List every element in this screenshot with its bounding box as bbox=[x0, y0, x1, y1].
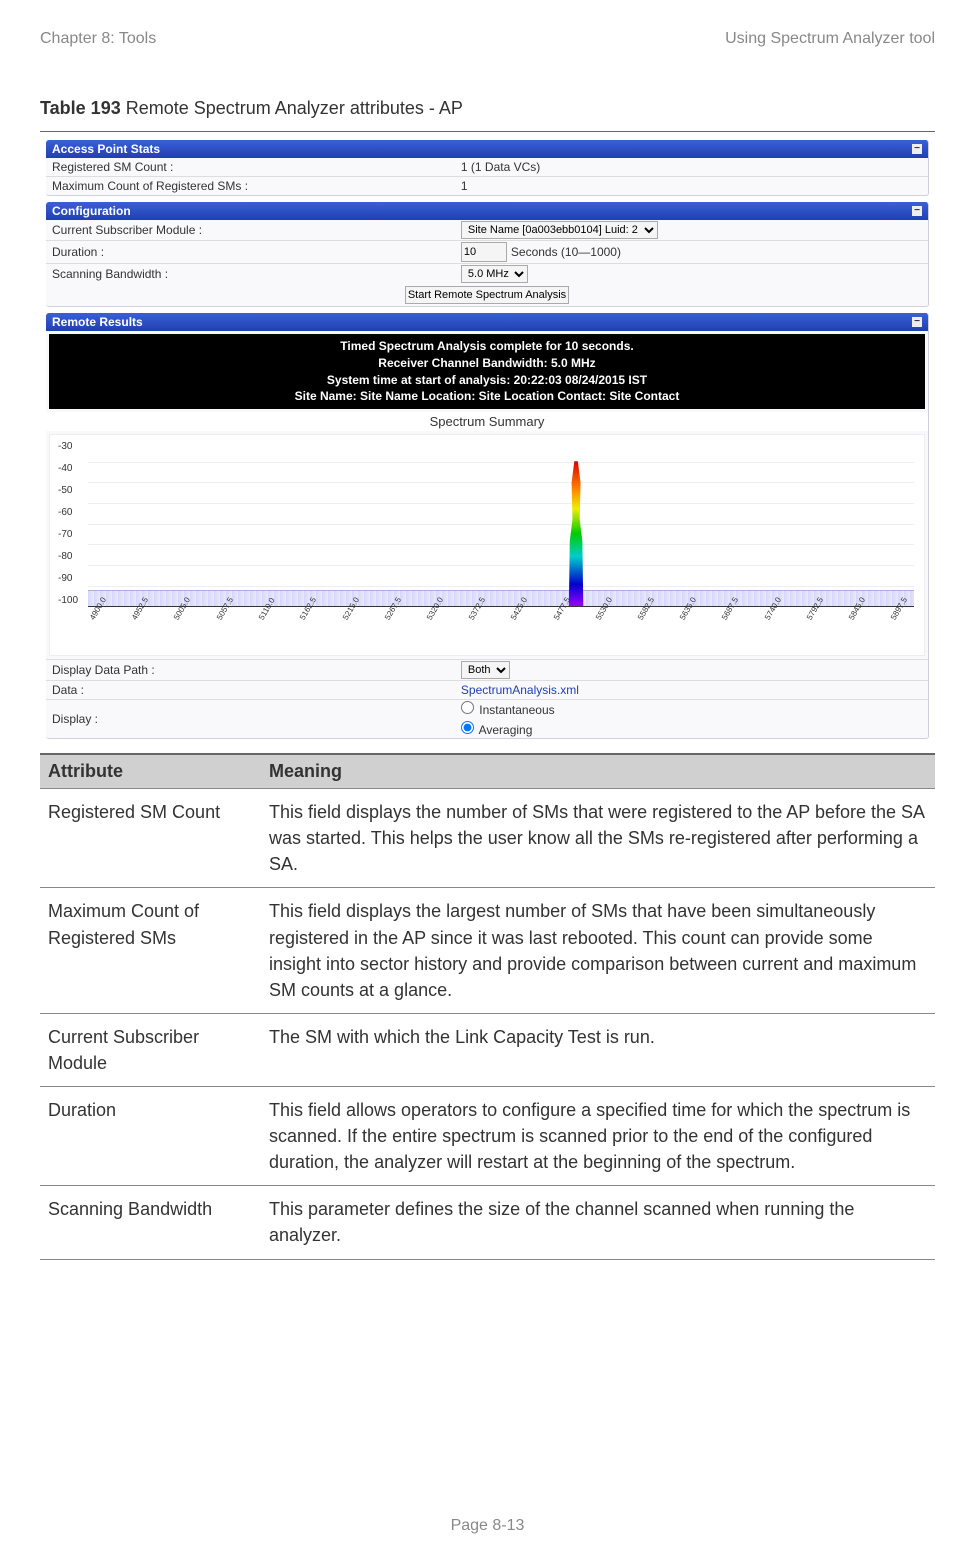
table-row: Registered SM Count : 1 (1 Data VCs) bbox=[46, 158, 928, 176]
panel-access-point-stats: Access Point Stats − Registered SM Count… bbox=[46, 140, 929, 196]
value-registered-sm-count: 1 (1 Data VCs) bbox=[455, 159, 928, 175]
table-row: Registered SM CountThis field displays t… bbox=[40, 789, 935, 888]
spectrum-info-banner: Timed Spectrum Analysis complete for 10 … bbox=[49, 334, 925, 409]
info-line: Site Name: Site Name Location: Site Loca… bbox=[59, 388, 915, 405]
label-display-data-path: Display Data Path : bbox=[46, 662, 455, 678]
panel-remote-results: Remote Results − Timed Spectrum Analysis… bbox=[46, 313, 929, 739]
spectrum-peak bbox=[567, 461, 585, 606]
cell-meaning: This field allows operators to configure… bbox=[261, 1087, 935, 1186]
spectrum-summary-label: Spectrum Summary bbox=[46, 412, 928, 431]
label-scanning-bandwidth: Scanning Bandwidth : bbox=[46, 266, 455, 282]
label-display: Display : bbox=[46, 711, 455, 727]
screenshot-container: Access Point Stats − Registered SM Count… bbox=[40, 131, 935, 754]
chart-y-axis: -30 -40 -50 -60 -70 -80 -90 -100 bbox=[58, 441, 78, 606]
chart-x-axis: 4900.04952.55005.05057.55110.05162.55215… bbox=[88, 609, 914, 653]
table-row: Current Subscriber Module : Site Name [0… bbox=[46, 220, 928, 240]
label-current-subscriber: Current Subscriber Module : bbox=[46, 222, 455, 238]
cell-meaning: This field displays the number of SMs th… bbox=[261, 789, 935, 888]
attribute-table: Attribute Meaning Registered SM CountThi… bbox=[40, 754, 935, 1259]
table-row: Data : SpectrumAnalysis.xml bbox=[46, 680, 928, 699]
start-spectrum-analysis-button[interactable]: Start Remote Spectrum Analysis bbox=[405, 286, 569, 304]
cell-meaning: The SM with which the Link Capacity Test… bbox=[261, 1013, 935, 1086]
label-registered-sm-count: Registered SM Count : bbox=[46, 159, 455, 175]
header-left: Chapter 8: Tools bbox=[40, 30, 156, 48]
duration-suffix: Seconds (10—1000) bbox=[511, 245, 621, 259]
page-header: Chapter 8: Tools Using Spectrum Analyzer… bbox=[40, 30, 935, 48]
radio-instantaneous[interactable] bbox=[461, 701, 474, 714]
table-row: Scanning Bandwidth : 5.0 MHz bbox=[46, 263, 928, 284]
cell-meaning: This field displays the largest number o… bbox=[261, 888, 935, 1013]
table-title: Remote Spectrum Analyzer attributes - AP bbox=[121, 98, 463, 118]
cell-attribute: Scanning Bandwidth bbox=[40, 1186, 261, 1259]
info-line: System time at start of analysis: 20:22:… bbox=[59, 372, 915, 389]
col-attribute: Attribute bbox=[40, 755, 261, 789]
info-line: Receiver Channel Bandwidth: 5.0 MHz bbox=[59, 355, 915, 372]
collapse-icon[interactable]: − bbox=[912, 317, 922, 327]
panel-configuration: Configuration − Current Subscriber Modul… bbox=[46, 202, 929, 307]
info-line: Timed Spectrum Analysis complete for 10 … bbox=[59, 338, 915, 355]
table-row: Maximum Count of Registered SMs : 1 bbox=[46, 176, 928, 195]
table-number: Table 193 bbox=[40, 98, 121, 118]
col-meaning: Meaning bbox=[261, 755, 935, 789]
panel-header-config[interactable]: Configuration − bbox=[46, 202, 928, 220]
value-max-registered-sms: 1 bbox=[455, 178, 928, 194]
panel-title: Configuration bbox=[52, 204, 131, 218]
label-max-registered-sms: Maximum Count of Registered SMs : bbox=[46, 178, 455, 194]
cell-meaning: This parameter defines the size of the c… bbox=[261, 1186, 935, 1259]
table-row: DurationThis field allows operators to c… bbox=[40, 1087, 935, 1186]
cell-attribute: Current Subscriber Module bbox=[40, 1013, 261, 1086]
table-row: Duration : Seconds (10—1000) bbox=[46, 240, 928, 263]
spectrum-chart: -30 -40 -50 -60 -70 -80 -90 -100 bbox=[49, 434, 925, 656]
display-data-path-select[interactable]: Both bbox=[461, 661, 510, 679]
panel-title: Access Point Stats bbox=[52, 142, 160, 156]
label-data: Data : bbox=[46, 682, 455, 698]
scanning-bandwidth-select[interactable]: 5.0 MHz bbox=[461, 265, 528, 283]
table-row: Current Subscriber ModuleThe SM with whi… bbox=[40, 1013, 935, 1086]
panel-header-results[interactable]: Remote Results − bbox=[46, 313, 928, 331]
current-subscriber-select[interactable]: Site Name [0a003ebb0104] Luid: 2 bbox=[461, 221, 658, 239]
cell-attribute: Registered SM Count bbox=[40, 789, 261, 888]
table-row: Maximum Count of Registered SMsThis fiel… bbox=[40, 888, 935, 1013]
collapse-icon[interactable]: − bbox=[912, 144, 922, 154]
duration-input[interactable] bbox=[461, 242, 507, 262]
table-row: Scanning BandwidthThis parameter defines… bbox=[40, 1186, 935, 1259]
panel-title: Remote Results bbox=[52, 315, 143, 329]
radio-instantaneous-label[interactable]: Instantaneous bbox=[461, 701, 555, 717]
cell-attribute: Duration bbox=[40, 1087, 261, 1186]
header-right: Using Spectrum Analyzer tool bbox=[725, 30, 935, 48]
cell-attribute: Maximum Count of Registered SMs bbox=[40, 888, 261, 1013]
chart-plot-area bbox=[88, 441, 914, 607]
radio-averaging-label[interactable]: Averaging bbox=[461, 721, 533, 737]
table-row: Display Data Path : Both bbox=[46, 659, 928, 680]
panel-header-stats[interactable]: Access Point Stats − bbox=[46, 140, 928, 158]
table-row: Display : Instantaneous Averaging bbox=[46, 699, 928, 738]
table-caption: Table 193 Remote Spectrum Analyzer attri… bbox=[40, 98, 935, 119]
collapse-icon[interactable]: − bbox=[912, 206, 922, 216]
page-footer: Page 8-13 bbox=[0, 1517, 975, 1535]
label-duration: Duration : bbox=[46, 244, 455, 260]
data-xml-link[interactable]: SpectrumAnalysis.xml bbox=[461, 683, 579, 697]
radio-averaging[interactable] bbox=[461, 721, 474, 734]
